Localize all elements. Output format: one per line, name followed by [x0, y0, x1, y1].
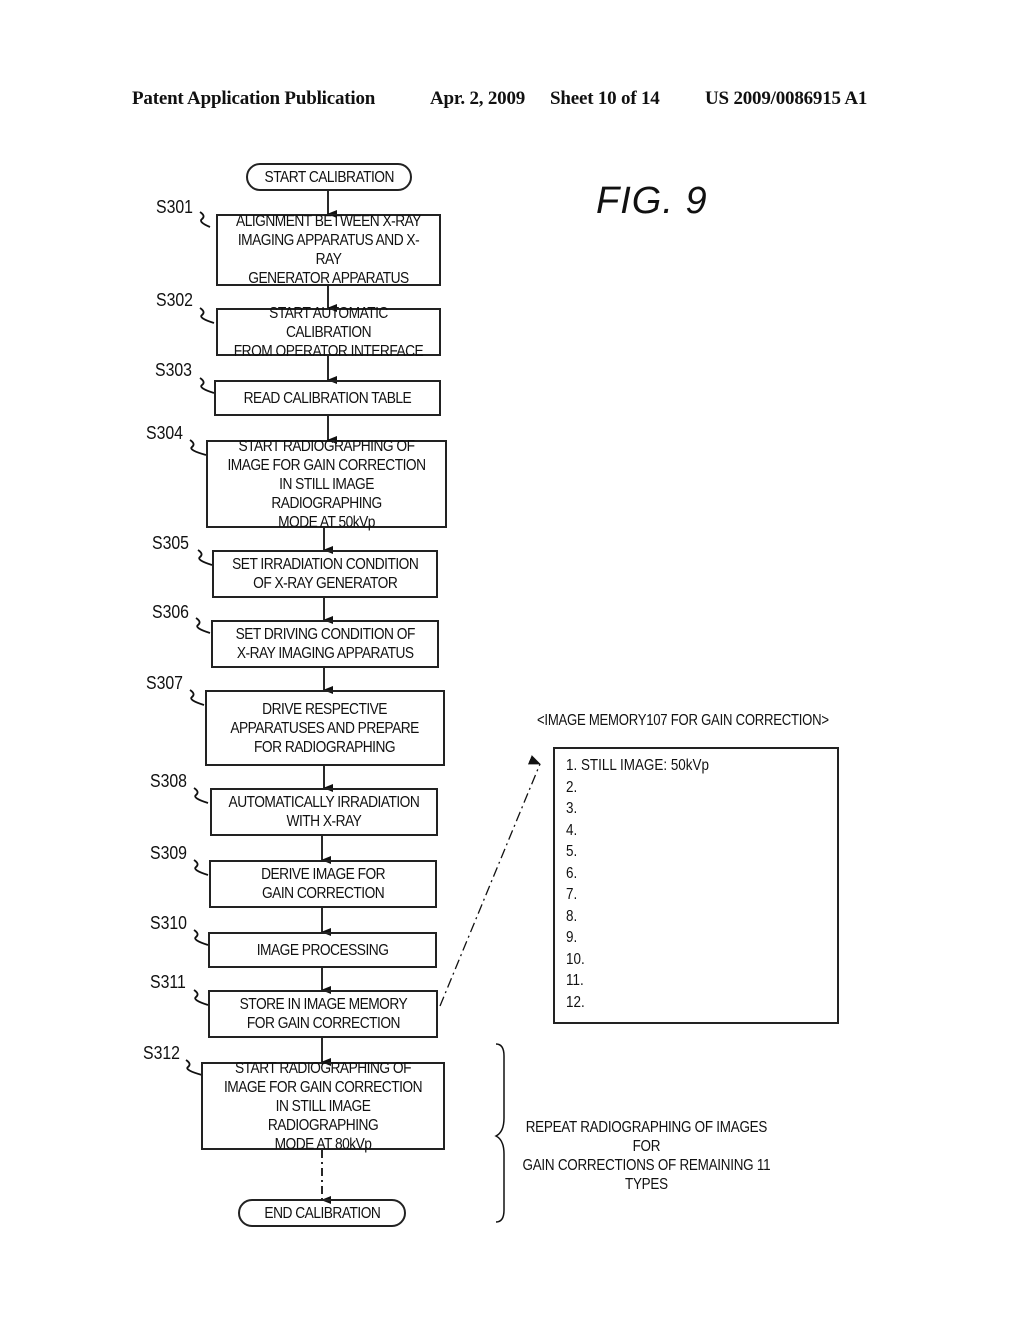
arrow-store-to-memory [439, 755, 541, 1007]
leader-s307 [189, 689, 205, 706]
leader-s305 [197, 549, 213, 566]
step-label-s304: S304 [146, 423, 184, 443]
step-label-s305: S305 [152, 533, 190, 553]
memory-item: 3. [566, 800, 578, 817]
step-label-s306: S306 [152, 602, 190, 622]
step-label-s307: S307 [146, 673, 184, 693]
memory-item: 7. [566, 886, 578, 903]
memory-item: 2. [566, 779, 578, 796]
process-box-s304: START RADIOGRAPHING OF IMAGE FOR GAIN CO… [206, 438, 447, 531]
process-box-s302: START AUTOMATIC CALIBRATION FROM OPERATO… [216, 305, 441, 360]
image-memory-box: 1. STILL IMAGE: 50kVp 2. 3. 4. 5. 6. 7. … [553, 747, 839, 1024]
leader-s310 [193, 929, 209, 946]
process-box-s305: SET IRRADIATION CONDITION OF X-RAY GENER… [212, 550, 438, 598]
memory-item: 4. [566, 822, 578, 839]
leader-s306 [195, 617, 211, 634]
step-label-s310: S310 [150, 913, 188, 933]
process-box-s307: DRIVE RESPECTIVE APPARATUSES AND PREPARE… [205, 690, 445, 766]
memory-item: 6. [566, 865, 578, 882]
process-box-s310: IMAGE PROCESSING [208, 932, 437, 968]
memory-item: 5. [566, 843, 578, 860]
step-label-s308: S308 [150, 771, 188, 791]
process-box-s301: ALIGNMENT BETWEEN X-RAY IMAGING APPARATU… [216, 213, 441, 287]
process-box-s312: START RADIOGRAPHING OF IMAGE FOR GAIN CO… [201, 1060, 445, 1153]
step-label-s303: S303 [155, 360, 193, 380]
memory-item: 11. [566, 972, 584, 989]
memory-item: 12. [566, 994, 585, 1011]
leader-s311 [193, 989, 209, 1006]
repeat-brace [494, 1043, 505, 1223]
repeat-note: REPEAT RADIOGRAPHING OF IMAGES FOR GAIN … [522, 1119, 771, 1193]
image-memory-title: <IMAGE MEMORY107 FOR GAIN CORRECTION> [537, 712, 829, 729]
memory-item: 1. STILL IMAGE: 50kVp [566, 757, 709, 774]
process-box-s308: AUTOMATICALLY IRRADIATION WITH X-RAY [210, 788, 438, 836]
leader-s309 [193, 859, 209, 876]
step-label-s309: S309 [150, 843, 188, 863]
step-label-s301: S301 [156, 197, 194, 217]
process-box-s303: READ CALIBRATION TABLE [214, 380, 441, 416]
leader-s301 [199, 211, 211, 228]
start-terminal: START CALIBRATION [246, 163, 412, 191]
end-terminal: END CALIBRATION [238, 1199, 406, 1227]
process-box-s309: DERIVE IMAGE FOR GAIN CORRECTION [209, 860, 437, 908]
step-label-s302: S302 [156, 290, 194, 310]
process-box-s306: SET DRIVING CONDITION OF X-RAY IMAGING A… [211, 620, 439, 668]
leader-s308 [193, 787, 209, 804]
memory-item: 8. [566, 908, 578, 925]
leader-s303 [199, 377, 215, 394]
process-box-s311: STORE IN IMAGE MEMORY FOR GAIN CORRECTIO… [208, 990, 438, 1038]
leader-s302 [199, 307, 215, 324]
step-label-s311: S311 [150, 972, 186, 992]
step-label-s312: S312 [143, 1043, 181, 1063]
memory-item: 9. [566, 929, 578, 946]
leader-s312 [185, 1059, 203, 1076]
leader-s304 [189, 439, 207, 456]
memory-item: 10. [566, 951, 585, 968]
